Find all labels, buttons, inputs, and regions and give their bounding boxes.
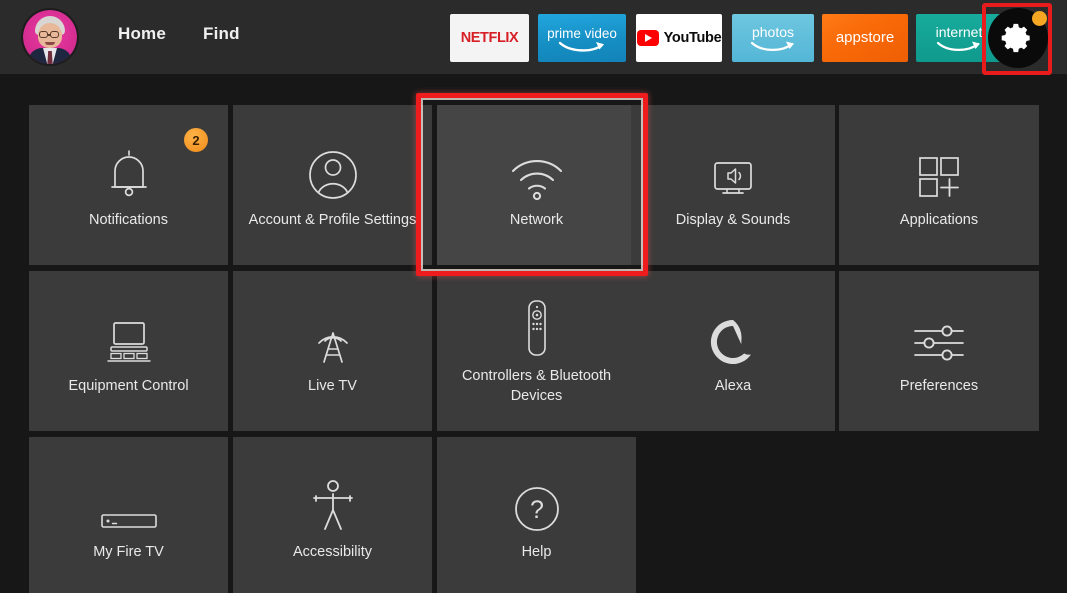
notifications-badge: 2 — [184, 128, 208, 152]
youtube-wordmark: YouTube — [663, 30, 722, 46]
tile-label: Applications — [899, 212, 979, 229]
tile-label: Alexa — [714, 378, 752, 395]
app-shortcut-youtube[interactable]: YouTube — [636, 14, 722, 62]
tile-label: Live TV — [308, 378, 357, 395]
fire-tv-stick-icon — [99, 471, 159, 533]
settings-tile-applications[interactable]: Applications — [839, 105, 1039, 265]
settings-tile-equipment-control[interactable]: Equipment Control — [29, 271, 228, 431]
settings-tile-controllers-bluetooth-devices[interactable]: Controllers & Bluetooth Devices — [437, 271, 636, 431]
settings-tile-account-profile-settings[interactable]: Account & Profile Settings — [233, 105, 432, 265]
netflix-wordmark: NETFLIX — [460, 30, 519, 46]
user-profile-avatar[interactable] — [21, 8, 79, 66]
tile-label: Notifications — [89, 212, 168, 229]
nav-item-home[interactable]: Home — [118, 24, 166, 44]
alexa-ring-icon — [708, 305, 758, 367]
amazon-smile-icon — [750, 41, 794, 51]
prime-video-wordmark: prime video — [547, 26, 617, 41]
fire-tv-settings-screen: Home Find NETFLIX prime video YouTube ph… — [0, 0, 1067, 593]
tv-equipment-icon — [102, 305, 156, 367]
antenna-tower-icon — [307, 305, 359, 367]
tile-label: Accessibility — [293, 544, 372, 561]
wifi-icon — [508, 139, 566, 201]
app-shortcut-appstore[interactable]: appstore — [822, 14, 908, 62]
app-shortcut-netflix[interactable]: NETFLIX — [450, 14, 529, 62]
photos-wordmark: photos — [751, 24, 795, 40]
sliders-icon — [911, 305, 967, 367]
settings-grid-row: My Fire TV Accessibility ? Help — [29, 437, 1039, 593]
tile-label: Preferences — [899, 378, 979, 395]
settings-tile-preferences[interactable]: Preferences — [839, 271, 1039, 431]
tile-label: Equipment Control — [68, 378, 189, 395]
tile-label: Controllers & Bluetooth Devices — [461, 368, 612, 404]
amazon-smile-icon — [558, 41, 604, 52]
settings-tile-my-fire-tv[interactable]: My Fire TV — [29, 437, 228, 593]
svg-text:?: ? — [530, 496, 544, 524]
settings-tile-network[interactable]: Network — [437, 105, 636, 265]
app-shortcut-photos[interactable]: photos — [732, 14, 814, 62]
question-circle-icon: ? — [513, 471, 561, 533]
settings-tile-alexa[interactable]: Alexa — [631, 271, 835, 431]
settings-tile-notifications[interactable]: Notifications 2 — [29, 105, 228, 265]
settings-tile-live-tv[interactable]: Live TV — [233, 271, 432, 431]
settings-button-highlight — [982, 3, 1052, 75]
nav-item-find[interactable]: Find — [203, 24, 240, 44]
appstore-wordmark: appstore — [835, 29, 895, 46]
bell-icon — [105, 139, 153, 201]
tv-speaker-icon — [707, 139, 759, 201]
settings-tile-accessibility[interactable]: Accessibility — [233, 437, 432, 593]
youtube-play-icon — [636, 30, 659, 46]
settings-tile-help[interactable]: ? Help — [437, 437, 636, 593]
remote-control-icon — [523, 295, 551, 357]
settings-grid-row: Notifications 2 Account & Profile Settin… — [29, 105, 1039, 265]
settings-tile-display-sounds[interactable]: Display & Sounds — [631, 105, 835, 265]
app-grid-plus-icon — [915, 139, 963, 201]
settings-tile-grid: Notifications 2 Account & Profile Settin… — [29, 105, 1039, 593]
settings-grid-row: Equipment Control Live TV Controllers & … — [29, 271, 1039, 431]
top-navigation-bar: Home Find NETFLIX prime video YouTube ph… — [0, 0, 1067, 75]
tile-label: Help — [521, 544, 552, 561]
tile-label: Network — [509, 212, 564, 229]
tile-label: Account & Profile Settings — [248, 212, 417, 229]
tile-label: Display & Sounds — [675, 212, 791, 229]
person-circle-icon — [307, 139, 359, 201]
avatar-photo — [23, 10, 77, 64]
tile-label: My Fire TV — [93, 544, 164, 561]
accessibility-person-icon — [309, 471, 357, 533]
app-shortcut-prime-video[interactable]: prime video — [538, 14, 626, 62]
amazon-smile-icon — [936, 41, 980, 51]
